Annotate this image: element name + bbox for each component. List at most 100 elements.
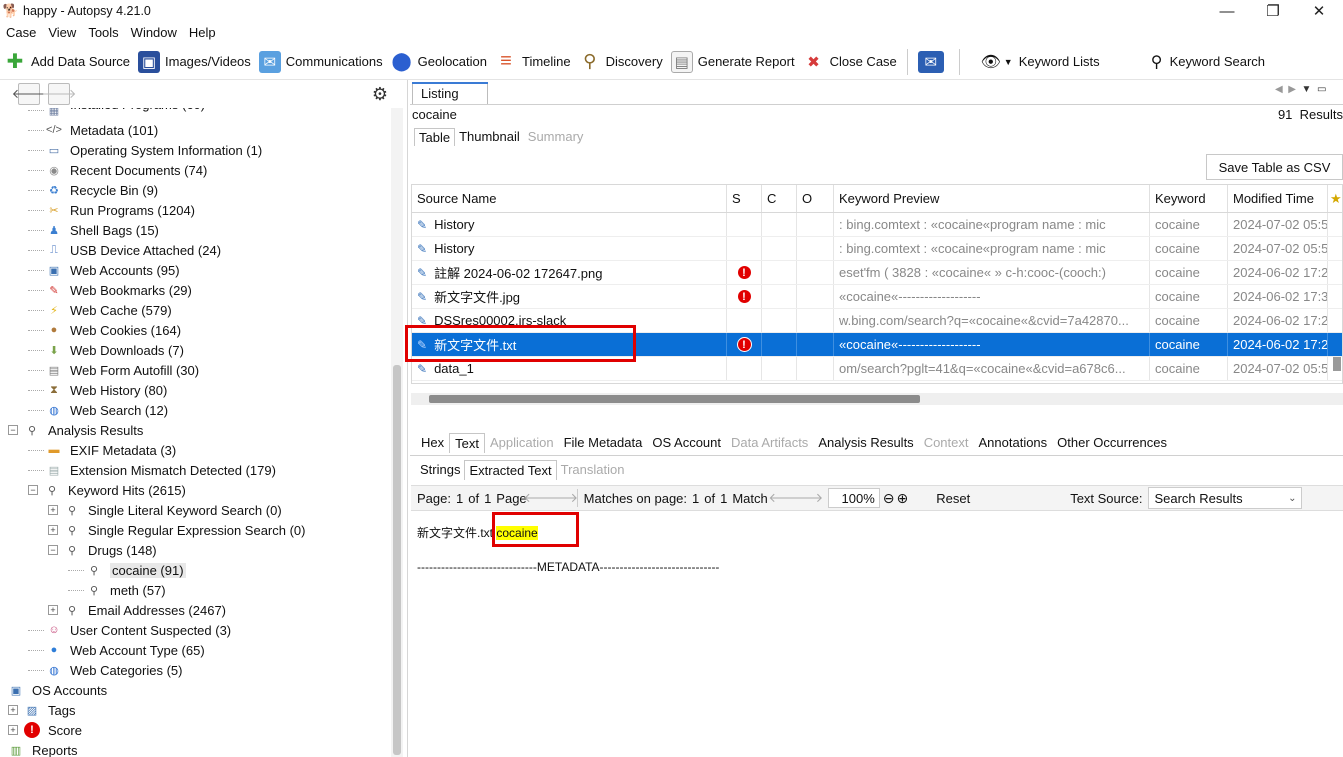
gear-icon[interactable]: ⚙ xyxy=(369,83,391,105)
tree-scrollbar-thumb[interactable] xyxy=(393,365,401,755)
menu-case[interactable]: Case xyxy=(0,25,42,40)
tree-node-web-account-type[interactable]: ● Web Account Type (65) xyxy=(28,640,205,660)
tree-node-web-history[interactable]: ⧗ Web History (80) xyxy=(28,380,167,400)
zoom-out-icon[interactable]: ⊖ xyxy=(883,490,895,507)
tab-application[interactable]: Application xyxy=(485,433,559,453)
tab-os-account[interactable]: OS Account xyxy=(647,433,726,453)
tab-annotations[interactable]: Annotations xyxy=(974,433,1053,453)
tree-node-web-cache[interactable]: ⚡ Web Cache (579) xyxy=(28,300,172,320)
tree-node-reports[interactable]: ▥ Reports xyxy=(8,740,78,757)
menu-help[interactable]: Help xyxy=(183,25,222,40)
tree-node-analysis-results[interactable]: − ⚲ Analysis Results xyxy=(8,420,143,440)
tab-nav-arrows[interactable]: ◀ ▶ ▼ ▭ xyxy=(1275,84,1326,95)
expand-icon[interactable]: + xyxy=(48,605,58,615)
tree-node-extension-mismatch-detected[interactable]: ▤ Extension Mismatch Detected (179) xyxy=(28,460,276,480)
expand-icon[interactable]: + xyxy=(48,525,58,535)
tree-node-web-form-autofill[interactable]: ▤ Web Form Autofill (30) xyxy=(28,360,199,380)
tree-node-metadata[interactable]: </> Metadata (101) xyxy=(28,120,158,140)
table-row[interactable]: ✎ History: bing.comtext : «cocaine«progra… xyxy=(412,237,1342,261)
expand-icon[interactable]: + xyxy=(8,725,18,735)
tab-listing[interactable]: Listing xyxy=(412,82,488,104)
next-match-button[interactable]: 🡒 xyxy=(788,489,823,507)
expand-icon[interactable]: + xyxy=(48,505,58,515)
save-table-csv-button[interactable]: Save Table as CSV xyxy=(1206,154,1343,180)
discovery-button[interactable]: ⚲ Discovery xyxy=(575,46,667,78)
close-window-button[interactable]: ✕ xyxy=(1296,0,1342,22)
tab-table[interactable]: Table xyxy=(414,128,456,146)
collapse-icon[interactable]: − xyxy=(48,545,58,555)
tree-node-tags[interactable]: + ▨ Tags xyxy=(8,700,75,720)
collapse-icon[interactable]: − xyxy=(8,425,18,435)
back-button[interactable]: 🡐 xyxy=(12,83,46,105)
tree-node-web-accounts[interactable]: ▣ Web Accounts (95) xyxy=(28,260,180,280)
tree-node-email-addresses[interactable]: + ⚲ Email Addresses (2467) xyxy=(48,600,226,620)
next-page-button[interactable]: 🡒 xyxy=(543,489,578,507)
images-videos-button[interactable]: ▣ Images/Videos xyxy=(134,46,255,78)
close-case-button[interactable]: ✖ Close Case xyxy=(799,46,901,78)
tree-node-drugs[interactable]: − ⚲ Drugs (148) xyxy=(48,540,157,560)
tab-data-artifacts[interactable]: Data Artifacts xyxy=(726,433,813,453)
tree-node-score[interactable]: +! Score xyxy=(8,720,82,740)
tree-node-shell-bags[interactable]: ♟ Shell Bags (15) xyxy=(28,220,159,240)
tree-node-web-search[interactable]: ◍ Web Search (12) xyxy=(28,400,168,420)
column-source-name[interactable]: Source Name xyxy=(412,185,727,212)
expand-icon[interactable]: + xyxy=(8,705,18,715)
tree-node-run-programs[interactable]: ✂ Run Programs (1204) xyxy=(28,200,195,220)
tab-extracted-text[interactable]: Extracted Text xyxy=(464,460,557,480)
zoom-field[interactable]: 100% xyxy=(827,488,880,508)
menu-view[interactable]: View xyxy=(42,25,82,40)
table-row[interactable] xyxy=(412,381,1342,383)
column-o[interactable]: O xyxy=(797,185,834,212)
text-source-select[interactable]: Search Results ⌄ xyxy=(1148,487,1303,509)
tree-node-web-categories[interactable]: ◍ Web Categories (5) xyxy=(28,660,182,680)
tab-text[interactable]: Text xyxy=(449,433,485,453)
tab-summary[interactable]: Summary xyxy=(524,128,588,146)
star-icon[interactable]: ★ xyxy=(1328,185,1342,212)
tree-node-os-accounts[interactable]: ▣ OS Accounts xyxy=(8,680,107,700)
tree-node-installed-programs[interactable]: ▦ Installed Programs (60) xyxy=(28,108,205,120)
maximize-button[interactable]: ❐ xyxy=(1250,0,1296,22)
tree-node-single-regular-expression-search[interactable]: + ⚲ Single Regular Expression Search (0) xyxy=(48,520,306,540)
mail-button[interactable]: ✉ xyxy=(914,46,953,78)
keyword-search-button[interactable]: ⚲ Keyword Search xyxy=(1142,46,1269,78)
column-keyword-preview[interactable]: Keyword Preview xyxy=(834,185,1150,212)
table-row[interactable]: ✎ 新文字文件.jpg! «cocaine«------------------- c… xyxy=(412,285,1342,309)
tab-analysis-results[interactable]: Analysis Results xyxy=(813,433,918,453)
tree-node-cocaine[interactable]: ⚲ cocaine (91) xyxy=(68,560,186,580)
tree-node-exif-metadata[interactable]: ▬ EXIF Metadata (3) xyxy=(28,440,176,460)
timeline-button[interactable]: ≡ Timeline xyxy=(491,46,575,78)
tree-node-web-downloads[interactable]: ⬇ Web Downloads (7) xyxy=(28,340,184,360)
tab-context[interactable]: Context xyxy=(919,433,974,453)
reset-button[interactable]: Reset xyxy=(936,491,970,506)
tree-node-web-bookmarks[interactable]: ✎ Web Bookmarks (29) xyxy=(28,280,192,300)
collapse-icon[interactable]: − xyxy=(28,485,38,495)
tab-file-metadata[interactable]: File Metadata xyxy=(559,433,648,453)
tree-node-user-content-suspected[interactable]: ☺ User Content Suspected (3) xyxy=(28,620,231,640)
menu-tools[interactable]: Tools xyxy=(82,25,124,40)
communications-button[interactable]: ✉ Communications xyxy=(255,46,387,78)
tab-thumbnail[interactable]: Thumbnail xyxy=(455,128,524,146)
tree-node-operating-system-information[interactable]: ▭ Operating System Information (1) xyxy=(28,140,262,160)
tab-hex[interactable]: Hex xyxy=(416,433,449,453)
geolocation-button[interactable]: ⬤ Geolocation xyxy=(387,46,491,78)
tab-strings[interactable]: Strings xyxy=(416,460,464,480)
zoom-in-icon[interactable]: ⊕ xyxy=(896,490,908,507)
add-data-source-button[interactable]: ✚ Add Data Source xyxy=(0,46,134,78)
table-scrollbar-thumb[interactable] xyxy=(1333,357,1341,371)
generate-report-button[interactable]: ▤ Generate Report xyxy=(667,46,799,78)
tree-node-web-cookies[interactable]: ● Web Cookies (164) xyxy=(28,320,181,340)
table-row[interactable]: ✎ 註解 2024-06-02 172647.png! eset'fm ( 3828… xyxy=(412,261,1342,285)
tree-node-recent-documents[interactable]: ◉ Recent Documents (74) xyxy=(28,160,207,180)
extracted-text-area[interactable]: 新文字文件.txt cocaine ----------------------… xyxy=(411,512,1343,757)
column-modified-time[interactable]: Modified Time xyxy=(1228,185,1328,212)
forward-button[interactable]: 🡒 xyxy=(42,83,76,105)
tree-node-recycle-bin[interactable]: ♻ Recycle Bin (9) xyxy=(28,180,158,200)
column-s[interactable]: S xyxy=(727,185,762,212)
table-hscroll-thumb[interactable] xyxy=(429,395,920,403)
tab-translation[interactable]: Translation xyxy=(557,460,629,480)
minimize-button[interactable]: — xyxy=(1204,0,1250,22)
keyword-lists-button[interactable]: 👁 ▼ Keyword Lists xyxy=(976,46,1104,78)
table-row[interactable]: ✎ History: bing.comtext : «cocaine«progra… xyxy=(412,213,1342,237)
tab-other-occurrences[interactable]: Other Occurrences xyxy=(1052,433,1172,453)
menu-window[interactable]: Window xyxy=(125,25,183,40)
